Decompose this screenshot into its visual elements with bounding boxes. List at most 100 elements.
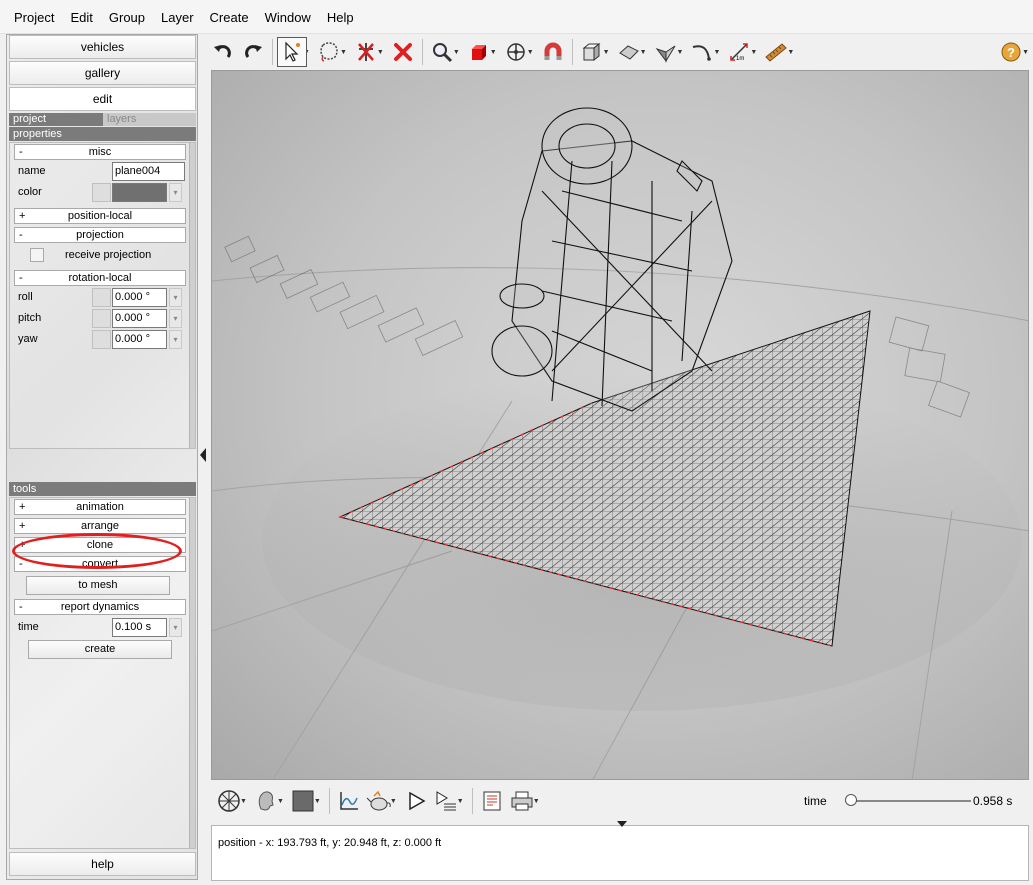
red-cube-icon[interactable]: [464, 37, 494, 67]
menu-group[interactable]: Group: [101, 8, 153, 27]
animation-group-header[interactable]: + animation: [14, 499, 186, 515]
toolbar-separator: [471, 788, 473, 814]
time-slider-knob[interactable]: [845, 794, 858, 806]
menu-edit[interactable]: Edit: [62, 8, 100, 27]
yaw-toggle[interactable]: [92, 330, 111, 349]
receive-projection-checkbox[interactable]: [30, 248, 44, 262]
curve-icon[interactable]: [687, 37, 717, 67]
folded-plane-icon[interactable]: [651, 37, 681, 67]
render-sphere-icon[interactable]: [214, 786, 244, 816]
menu-bar: Project Edit Group Layer Create Window H…: [0, 0, 1033, 34]
undo-icon[interactable]: [208, 37, 238, 67]
time-spinner[interactable]: ▾: [169, 618, 182, 637]
svg-text:1m: 1m: [736, 56, 744, 62]
toolbar-separator: [571, 39, 573, 65]
properties-scrollbar[interactable]: [189, 143, 195, 448]
toolbar-separator: [272, 39, 273, 65]
tab-layers[interactable]: layers: [103, 113, 196, 126]
yaw-spinner[interactable]: ▾: [169, 330, 182, 349]
pitch-toggle[interactable]: [92, 309, 111, 328]
pitch-field[interactable]: 0.000 °: [112, 309, 167, 328]
pitch-spinner[interactable]: ▾: [169, 309, 182, 328]
tab-project[interactable]: project: [9, 113, 103, 126]
report-icon[interactable]: [477, 786, 507, 816]
status-panel: position - x: 193.793 ft, y: 20.948 ft, …: [211, 821, 1029, 881]
timeline-time-label: time: [804, 794, 827, 808]
color-dropdown[interactable]: ▾: [169, 183, 182, 202]
create-button[interactable]: create: [28, 640, 172, 659]
roll-toggle[interactable]: [92, 288, 111, 307]
print-icon[interactable]: [507, 786, 537, 816]
main-toolbar: ▼ ▼ ▼ ▼ ▼ ▼ ▼ ▼ ▼ ▼ 1m ▼ ▼: [208, 34, 1033, 70]
status-collapse-arrow-icon[interactable]: [617, 821, 627, 827]
name-label: name: [18, 165, 46, 177]
svg-text:?: ?: [1007, 45, 1015, 60]
graph-icon[interactable]: [334, 786, 364, 816]
magnet-icon[interactable]: [538, 37, 568, 67]
material-swatch-icon[interactable]: [288, 786, 318, 816]
teapot-icon[interactable]: [364, 786, 394, 816]
lasso-icon[interactable]: [314, 37, 344, 67]
report-dynamics-group-header[interactable]: - report dynamics: [14, 599, 186, 615]
plane-icon[interactable]: [614, 37, 644, 67]
menu-project[interactable]: Project: [6, 8, 62, 27]
panel-tabs: project layers: [9, 113, 196, 126]
play-list-icon[interactable]: [431, 786, 461, 816]
roll-label: roll: [18, 291, 33, 303]
vehicles-button[interactable]: vehicles: [9, 35, 196, 59]
scene-render: [212, 107, 1028, 779]
to-mesh-button[interactable]: to mesh: [26, 576, 170, 595]
time-label: time: [18, 621, 39, 633]
properties-area: - misc name plane004 color ▾ + position-…: [9, 142, 196, 449]
misc-group-header[interactable]: - misc: [14, 144, 186, 160]
properties-header: properties: [9, 127, 196, 141]
menu-create[interactable]: Create: [202, 8, 257, 27]
select-arrow-icon[interactable]: [277, 37, 307, 67]
bottom-toolbar: ▼ ▼ ▼ ▼ ▼ ▼ time 0.958 s: [208, 780, 1033, 822]
edit-button[interactable]: edit: [9, 87, 196, 111]
menu-window[interactable]: Window: [257, 8, 319, 27]
help-icon[interactable]: ?: [996, 37, 1026, 67]
redo-icon[interactable]: [238, 37, 268, 67]
ruler-icon[interactable]: [761, 37, 791, 67]
position-readout: position - x: 193.793 ft, y: 20.948 ft, …: [218, 837, 442, 849]
color-toggle[interactable]: [92, 183, 111, 202]
roll-spinner[interactable]: ▾: [169, 288, 182, 307]
pitch-label: pitch: [18, 312, 42, 324]
time-field[interactable]: 0.100 s: [112, 618, 167, 637]
position-local-group-header[interactable]: + position-local: [14, 208, 186, 224]
yaw-field[interactable]: 0.000 °: [112, 330, 167, 349]
delete-x-icon[interactable]: [388, 37, 418, 67]
move-cross-icon[interactable]: [501, 37, 531, 67]
toolbar-separator: [421, 39, 423, 65]
tools-scrollbar[interactable]: [189, 498, 195, 848]
head-icon[interactable]: [251, 786, 281, 816]
left-panel: vehicles gallery edit project layers pro…: [6, 34, 198, 880]
rotation-local-group-header[interactable]: - rotation-local: [14, 270, 186, 286]
menu-layer[interactable]: Layer: [153, 8, 202, 27]
arrange-group-header[interactable]: + arrange: [14, 518, 186, 534]
time-slider-track[interactable]: [845, 800, 971, 802]
zoom-icon[interactable]: [427, 37, 457, 67]
3d-viewport[interactable]: [211, 70, 1029, 780]
roll-field[interactable]: 0.000 °: [112, 288, 167, 307]
tools-header: tools: [9, 482, 196, 496]
timeline-time-value: 0.958 s: [973, 794, 1013, 808]
no-move-icon[interactable]: [351, 37, 381, 67]
panel-collapse-arrow-icon[interactable]: [199, 446, 207, 464]
yaw-label: yaw: [18, 333, 38, 345]
measure-icon[interactable]: 1m: [724, 37, 754, 67]
color-swatch[interactable]: [112, 183, 167, 202]
highlight-ellipse: [12, 533, 182, 569]
color-label: color: [18, 186, 42, 198]
name-field[interactable]: plane004: [112, 162, 185, 181]
gallery-button[interactable]: gallery: [9, 61, 196, 85]
toolbar-separator: [328, 788, 330, 814]
car-wireframe[interactable]: [491, 107, 733, 412]
play-icon[interactable]: [401, 786, 431, 816]
menu-help[interactable]: Help: [319, 8, 362, 27]
projection-group-header[interactable]: - projection: [14, 227, 186, 243]
box-icon[interactable]: [577, 37, 607, 67]
help-button[interactable]: help: [9, 852, 196, 876]
receive-projection-label: receive projection: [65, 249, 152, 261]
